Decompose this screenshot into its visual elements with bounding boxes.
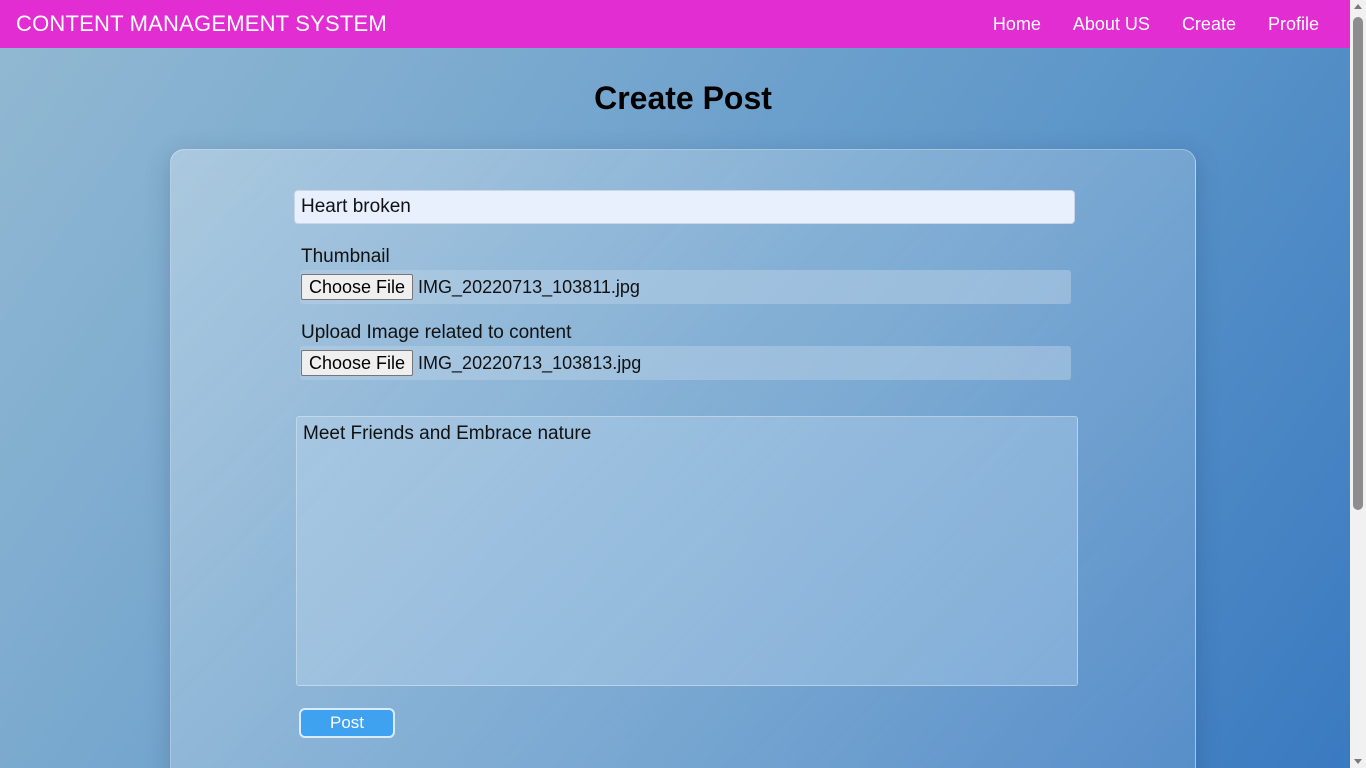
post-content-textarea[interactable]: Meet Friends and Embrace nature [296, 416, 1078, 686]
content-image-file-input: Choose File IMG_20220713_103813.jpg [300, 346, 1071, 380]
top-navbar: CONTENT MANAGEMENT SYSTEM Home About US … [0, 0, 1350, 48]
nav-link-about-us[interactable]: About US [1073, 14, 1150, 35]
thumbnail-choose-file-button[interactable]: Choose File [301, 274, 414, 300]
post-submit-button[interactable]: Post [299, 708, 395, 738]
thumbnail-file-name: IMG_20220713_103811.jpg [418, 276, 640, 297]
nav-link-profile[interactable]: Profile [1268, 14, 1319, 35]
content-image-choose-file-button[interactable]: Choose File [301, 350, 414, 376]
post-title-input[interactable] [294, 190, 1075, 224]
content-image-label: Upload Image related to content [301, 322, 572, 343]
scroll-up-arrow-icon[interactable] [1354, 4, 1362, 9]
thumbnail-file-input: Choose File IMG_20220713_103811.jpg [300, 270, 1071, 304]
nav-link-home[interactable]: Home [993, 14, 1041, 35]
brand-title[interactable]: CONTENT MANAGEMENT SYSTEM [16, 11, 387, 37]
content-image-file-name: IMG_20220713_103813.jpg [418, 352, 642, 373]
page-title: Create Post [594, 80, 772, 116]
scroll-down-arrow-icon[interactable] [1354, 759, 1362, 764]
nav-links: Home About US Create Profile [993, 14, 1319, 35]
thumbnail-label: Thumbnail [301, 246, 390, 267]
nav-link-create[interactable]: Create [1182, 14, 1236, 35]
